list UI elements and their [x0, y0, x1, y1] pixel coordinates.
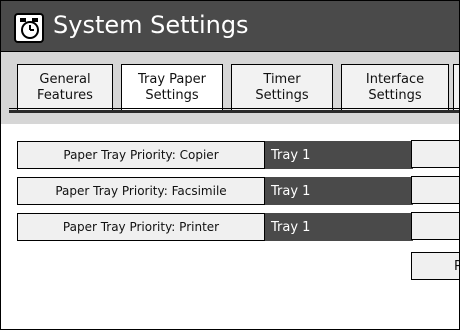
- tab-label: Tray Paper Settings: [138, 71, 206, 103]
- side-setting-button-p[interactable]: P: [411, 252, 459, 280]
- tab-general-features[interactable]: General Features: [17, 64, 113, 110]
- tab-strip: General Features Tray Paper Settings Tim…: [1, 52, 459, 124]
- side-setting-button[interactable]: [411, 212, 459, 240]
- side-setting-button[interactable]: [411, 140, 459, 168]
- paper-tray-priority-facsimile-button[interactable]: Paper Tray Priority: Facsimile: [17, 177, 265, 205]
- tab-label: Timer Settings: [255, 71, 309, 103]
- paper-tray-priority-printer-button[interactable]: Paper Tray Priority: Printer: [17, 213, 265, 241]
- page-title: System Settings: [53, 11, 249, 39]
- tab-timer-settings[interactable]: Timer Settings: [231, 64, 333, 110]
- screen: System Settings General Features Tray Pa…: [0, 0, 460, 330]
- setting-value: Tray 1: [265, 141, 413, 169]
- title-bar: System Settings: [1, 1, 459, 52]
- tab-divider: [9, 108, 459, 109]
- settings-clock-icon: [14, 13, 44, 43]
- tab-next-partial[interactable]: [453, 64, 459, 110]
- tab-underline: [9, 110, 459, 113]
- setting-value: Tray 1: [265, 177, 413, 205]
- tab-label: General Features: [37, 71, 93, 103]
- tab-label: Interface Settings: [365, 71, 425, 103]
- side-setting-button[interactable]: [411, 176, 459, 204]
- setting-value: Tray 1: [265, 213, 413, 241]
- tab-tray-paper-settings[interactable]: Tray Paper Settings: [121, 64, 223, 110]
- paper-tray-priority-copier-button[interactable]: Paper Tray Priority: Copier: [17, 141, 265, 169]
- tab-interface-settings[interactable]: Interface Settings: [341, 64, 449, 110]
